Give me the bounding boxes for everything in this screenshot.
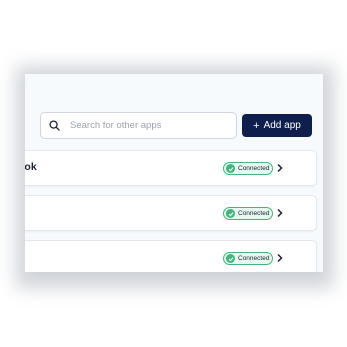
status-badge: Connected [223, 252, 273, 265]
chevron-right-icon[interactable] [276, 253, 284, 263]
app-row[interactable]: Connected [25, 240, 317, 272]
plus-icon: + [253, 119, 260, 132]
search-input[interactable] [70, 120, 220, 131]
add-app-button[interactable]: + Add app [242, 114, 312, 137]
app-name: ook [25, 161, 37, 173]
status-badge: Connected [223, 207, 273, 220]
status-label: Connected [238, 165, 270, 172]
search-icon [49, 120, 60, 131]
status-badge: Connected [223, 162, 273, 175]
app-row[interactable]: Connected [25, 195, 317, 231]
check-icon [226, 254, 235, 263]
search-box[interactable] [40, 112, 237, 139]
status-label: Connected [238, 255, 270, 262]
check-icon [226, 164, 235, 173]
check-icon [226, 209, 235, 218]
status-label: Connected [238, 210, 270, 217]
apps-panel: + Add app ook Connected Connected [25, 74, 323, 272]
add-app-label: Add app [263, 120, 301, 131]
chevron-right-icon[interactable] [276, 208, 284, 218]
chevron-right-icon[interactable] [276, 163, 284, 173]
app-row[interactable]: ook Connected [25, 150, 317, 186]
